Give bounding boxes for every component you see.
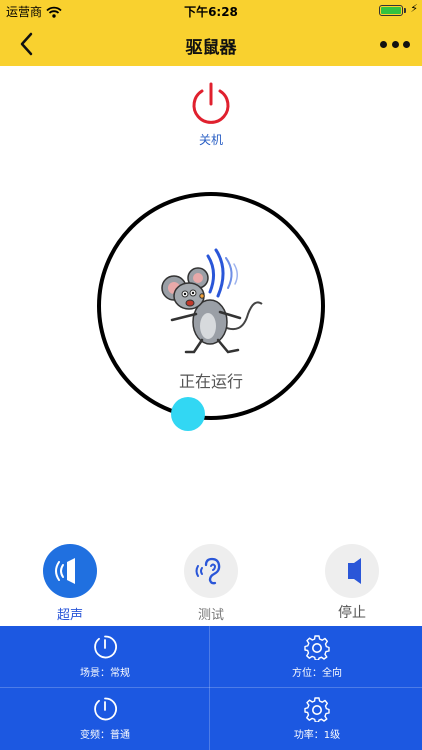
direction-setting[interactable]: 方位：全向 [212,626,422,688]
ultrasonic-mode-button[interactable] [43,544,97,598]
battery-icon [379,5,403,16]
test-mode-button[interactable] [184,544,238,598]
gear-icon [304,635,330,660]
ear-sound-icon [195,557,221,585]
frequency-setting-label: 变频：普通 [80,730,130,741]
more-dot-icon [380,40,387,48]
more-dot-icon [403,40,410,48]
dial-knob[interactable] [171,397,205,431]
more-button[interactable] [380,32,410,56]
top-bar: 运营商 下午6:28 ⚡ 驱鼠器 [0,0,422,66]
page-title: 驱鼠器 [185,38,237,58]
speaker-wave-icon [55,558,75,584]
power-label: 关机 [198,133,223,147]
mouse-illustration [158,248,268,360]
nav-bar: 驱鼠器 [0,22,422,66]
battery-fill [381,7,401,14]
stop-mode-button[interactable] [325,544,379,598]
speaker-icon [348,558,361,584]
more-dot-icon [391,40,399,48]
battery-tip [404,8,406,13]
timer-icon [94,697,117,721]
power-icon [192,82,230,124]
ultrasonic-mode-label: 超声 [56,608,83,623]
gear-icon [304,697,330,722]
status-time: 下午6:28 [184,5,238,19]
settings-panel: 场景：常规 方位：全向 变频：普通 功率：1级 [0,626,422,750]
scene-setting-label: 场景：常规 [80,668,130,679]
frequency-setting[interactable]: 变频：普通 [0,688,210,750]
timer-icon [94,635,117,659]
charging-icon: ⚡ [410,2,418,15]
status-bar: 运营商 下午6:28 ⚡ [0,0,422,22]
stop-mode-label: 停止 [338,605,366,621]
power-button[interactable] [187,80,235,128]
test-mode-label: 测试 [197,608,224,623]
dial-status-text: 正在运行 [178,372,243,391]
power-level-setting[interactable]: 功率：1级 [212,688,422,750]
scene-setting[interactable]: 场景：常规 [0,626,210,688]
power-level-setting-label: 功率：1级 [293,730,341,741]
direction-setting-label: 方位：全向 [292,668,342,679]
